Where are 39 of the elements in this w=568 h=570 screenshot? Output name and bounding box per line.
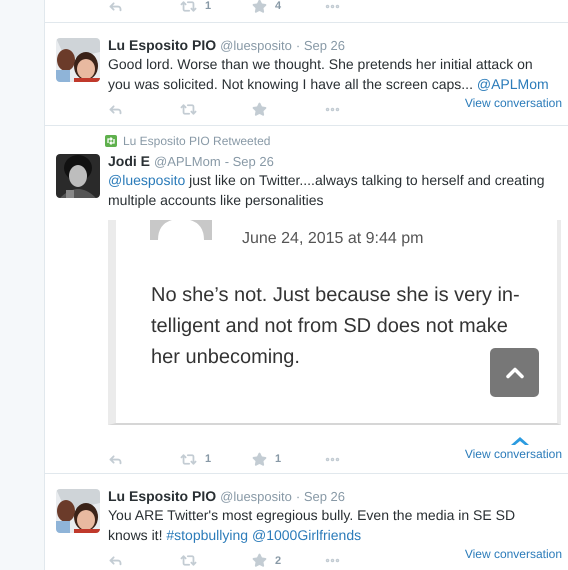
view-conversation-link[interactable]: View conversation bbox=[464, 96, 562, 110]
favorite-count: 2 bbox=[275, 554, 282, 566]
star-icon[interactable] bbox=[252, 102, 267, 117]
tweet-time[interactable]: · Sep 26 bbox=[296, 38, 346, 53]
favorite-count: 1 bbox=[275, 453, 282, 465]
tweet-link[interactable]: #stopbullying bbox=[166, 527, 248, 543]
retweet-count: 1 bbox=[205, 453, 212, 465]
favorite-count: 4 bbox=[275, 0, 282, 12]
comment-text-line: No she’s not. Just because she is very in- bbox=[151, 284, 520, 308]
author-name[interactable]: Lu Esposito PIO bbox=[108, 488, 216, 504]
retweet-icon[interactable] bbox=[180, 0, 197, 14]
tweet-text: Good lord. Worse than we thought. She pretends her initial attack on you was solicited. Not knowing I have all the screen caps... @APLMom bbox=[108, 55, 550, 94]
retweeted-label: Lu Esposito PIO Retweeted bbox=[123, 134, 270, 148]
author-handle[interactable]: @APLMom bbox=[154, 154, 221, 169]
star-icon[interactable] bbox=[252, 452, 267, 466]
author-handle[interactable]: @luesposito bbox=[220, 38, 292, 53]
star-icon[interactable] bbox=[252, 0, 267, 14]
caret-up-icon[interactable] bbox=[509, 435, 531, 445]
comment-text-line: her unbecoming. bbox=[151, 346, 300, 370]
comment-date: June 24, 2015 at 9:44 pm bbox=[242, 230, 424, 248]
tweet-text: You ARE Twitter's most egregious bully. Even the media in SE SD knows it! #stopbullying @1000Girlfriends bbox=[108, 506, 516, 545]
author-handle[interactable]: @luesposito bbox=[220, 489, 292, 504]
tweet-link[interactable]: @1000Girlfriends bbox=[252, 527, 362, 543]
tweet-text: @luesposito just like on Twitter....always talking to herself and creating multiple accounts like personalities bbox=[108, 171, 546, 210]
star-icon[interactable] bbox=[252, 553, 267, 568]
tweet-time[interactable]: - Sep 26 bbox=[224, 154, 274, 169]
author-name[interactable]: Jodi E bbox=[108, 153, 150, 169]
view-conversation-link[interactable]: View conversation bbox=[464, 447, 562, 461]
tweet-link[interactable]: @APLMom bbox=[476, 76, 549, 92]
author-name[interactable]: Lu Esposito PIO bbox=[108, 37, 216, 53]
comment-text-line: telligent and not from SD does not make bbox=[151, 315, 508, 339]
reply-icon[interactable] bbox=[108, 0, 123, 14]
tweet-link[interactable]: @luesposito bbox=[108, 172, 186, 188]
tweet-time[interactable]: · Sep 26 bbox=[296, 489, 346, 504]
avatar-placeholder-icon bbox=[150, 220, 212, 240]
retweet-count: 1 bbox=[205, 0, 212, 12]
view-conversation-link[interactable]: View conversation bbox=[464, 547, 562, 561]
scroll-up-button[interactable] bbox=[490, 348, 539, 397]
retweet-icon bbox=[105, 135, 117, 147]
